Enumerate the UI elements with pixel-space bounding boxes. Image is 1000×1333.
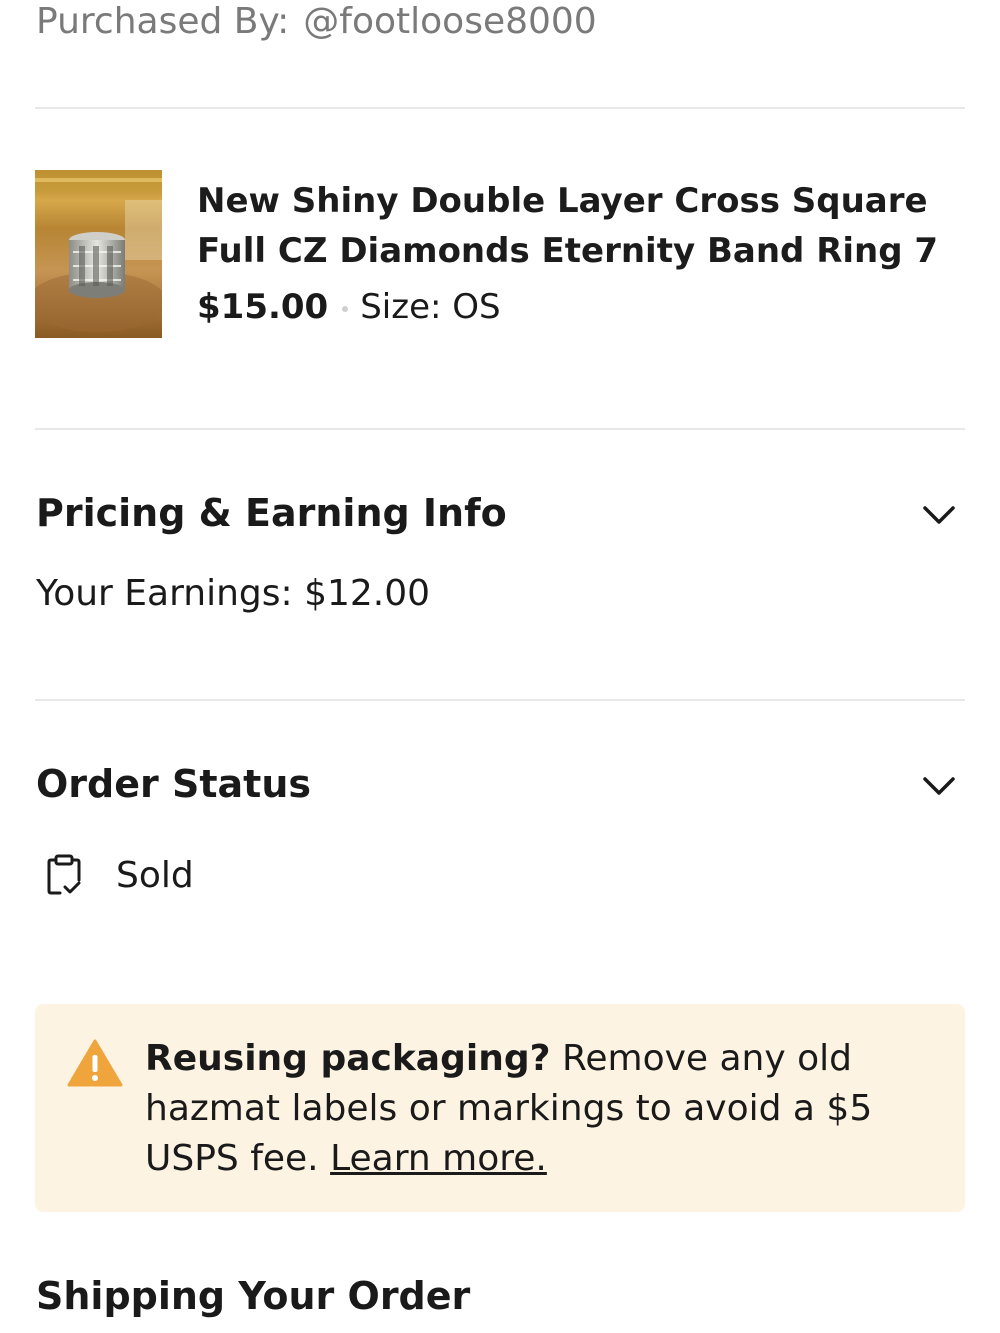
order-status-value: Sold [116, 854, 194, 896]
shipping-section-title: Shipping Your Order [36, 1274, 471, 1318]
warning-icon [67, 1039, 123, 1087]
chevron-down-icon[interactable] [918, 494, 960, 536]
order-status-section-title[interactable]: Order Status [36, 759, 311, 809]
size-label: Size: [360, 287, 442, 327]
pricing-section-title[interactable]: Pricing & Earning Info [36, 488, 507, 538]
item-thumbnail[interactable] [35, 170, 162, 338]
earnings-label: Your Earnings: [36, 573, 293, 614]
earnings-line: Your Earnings: $12.00 [36, 570, 430, 618]
divider [35, 107, 965, 109]
item-price: $15.00 [197, 287, 329, 327]
separator-dot [342, 305, 349, 312]
clipboard-check-icon [47, 854, 81, 895]
purchased-by-label: Purchased By: [36, 1, 290, 42]
notice-message: Reusing packaging? Remove any old hazmat… [145, 1034, 935, 1184]
order-status-row: Sold [46, 850, 194, 900]
item-title[interactable]: New Shiny Double Layer Cross Square Full… [197, 176, 977, 276]
divider [35, 428, 965, 430]
learn-more-link[interactable]: Learn more. [330, 1138, 547, 1179]
purchased-by-line: Purchased By: @footloose8000 [36, 0, 597, 44]
packaging-notice: Reusing packaging? Remove any old hazmat… [35, 1004, 965, 1212]
earnings-value: $12.00 [304, 573, 431, 614]
buyer-handle[interactable]: @footloose8000 [303, 1, 596, 42]
ring-product-photo [35, 170, 162, 338]
divider [35, 699, 965, 701]
chevron-down-icon[interactable] [918, 765, 960, 807]
size-value: OS [452, 287, 501, 327]
item-meta: $15.00 Size: OS [197, 284, 501, 330]
notice-bold-text: Reusing packaging? [145, 1038, 551, 1079]
